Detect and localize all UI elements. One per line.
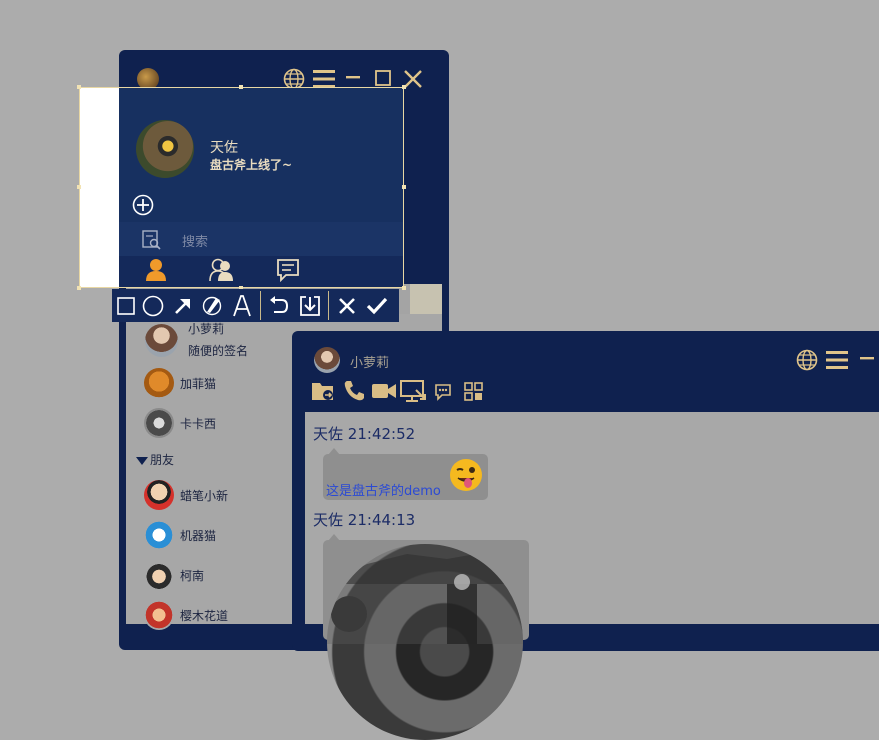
chat-message-area: 天佐 21:42:52 这是盘古斧的demo 天佐 21:44:13 (305, 412, 879, 740)
resize-handle-br[interactable] (402, 286, 406, 290)
avatar (144, 368, 174, 398)
chat-contact-avatar[interactable] (314, 347, 340, 373)
ellipse-icon[interactable] (139, 289, 167, 322)
avatar (145, 324, 178, 357)
arrow-icon[interactable] (169, 289, 197, 322)
undo-icon[interactable] (265, 289, 293, 322)
chat-settings-icon[interactable] (434, 383, 454, 401)
selection-blank-area (80, 88, 119, 287)
message-text: 这是盘古斧的demo (326, 484, 441, 499)
avatar (144, 480, 174, 510)
resize-handle-tl[interactable] (77, 85, 81, 89)
brush-icon[interactable] (198, 289, 226, 322)
profile-status: 盘古斧上线了~ (210, 158, 293, 172)
search-icon (142, 230, 162, 250)
minimize-icon[interactable] (346, 76, 360, 79)
maximize-icon[interactable] (375, 70, 391, 86)
resize-handle-bl[interactable] (77, 286, 81, 290)
message-time: 21:44:13 (347, 511, 416, 529)
search-input[interactable]: 搜索 (182, 231, 208, 250)
chevron-down-icon (136, 456, 148, 465)
screenshot-selection[interactable]: 天佐 盘古斧上线了~ 搜索 (79, 87, 404, 288)
image-message-bubble[interactable] (323, 540, 529, 740)
resize-handle-mr[interactable] (402, 185, 406, 189)
message-sender: 天佐 (313, 425, 344, 443)
menu-icon[interactable] (313, 70, 335, 88)
avatar (144, 560, 174, 590)
user-avatar[interactable] (136, 120, 194, 178)
message-time: 21:42:52 (347, 425, 416, 443)
group-header-friends[interactable]: 朋友 (136, 451, 174, 468)
phone-icon[interactable] (343, 380, 365, 402)
tab-bar (119, 256, 403, 287)
add-icon[interactable] (132, 194, 154, 216)
text-icon[interactable] (228, 289, 256, 322)
contact-name: 卡卡西 (180, 417, 217, 431)
image-thumbnail[interactable] (327, 544, 523, 740)
minimize-icon[interactable] (860, 357, 874, 360)
chat-contact-name: 小萝莉 (350, 356, 390, 371)
menu-icon[interactable] (826, 351, 848, 369)
search-bar[interactable]: 搜索 (119, 222, 403, 256)
annotation-toolbar (112, 289, 399, 322)
contact-name: 小萝莉 (188, 322, 225, 336)
group-icon[interactable] (209, 258, 235, 282)
group-label: 朋友 (150, 453, 175, 467)
contact-signature: 随便的签名 (188, 344, 249, 358)
rectangle-icon[interactable] (112, 289, 140, 322)
message-header: 天佐 21:44:13 (313, 509, 415, 530)
file-transfer-icon[interactable] (311, 380, 335, 402)
resize-handle-ml[interactable] (77, 185, 81, 189)
cancel-icon[interactable] (333, 289, 361, 322)
contact-name: 柯南 (180, 569, 205, 583)
video-icon[interactable] (372, 383, 396, 399)
message-header: 天佐 21:42:52 (313, 423, 415, 444)
message-icon[interactable] (276, 258, 300, 282)
toolbar-divider (260, 291, 261, 320)
apps-icon[interactable] (464, 382, 484, 402)
resize-handle-tr[interactable] (402, 85, 406, 89)
contact-name: 蜡笔小新 (180, 489, 229, 503)
globe-icon[interactable] (796, 349, 818, 371)
confirm-icon[interactable] (363, 289, 391, 322)
contact-name: 樱木花道 (180, 609, 229, 623)
avatar (144, 600, 174, 630)
profile-name: 天佐 (210, 140, 238, 156)
wink-emoji-icon (449, 458, 483, 492)
close-icon[interactable] (404, 70, 422, 88)
avatar (144, 520, 174, 550)
resize-handle-tm[interactable] (239, 85, 243, 89)
profile-panel: 天佐 盘古斧上线了~ (119, 88, 403, 222)
avatar (144, 408, 174, 438)
toolbar-divider (328, 291, 329, 320)
download-icon[interactable] (296, 289, 324, 322)
message-sender: 天佐 (313, 511, 344, 529)
contact-name: 机器猫 (180, 529, 217, 543)
message-bubble[interactable]: 这是盘古斧的demo (323, 454, 488, 500)
contact-icon[interactable] (145, 258, 167, 282)
contact-name: 加菲猫 (180, 377, 217, 391)
screen-share-icon[interactable] (400, 380, 426, 404)
